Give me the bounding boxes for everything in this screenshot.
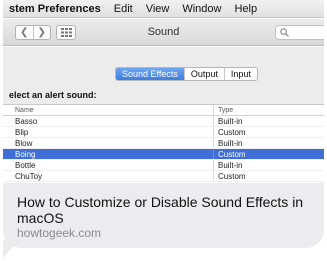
tab-sound-effects: Sound Effects <box>116 68 184 80</box>
sound-name: Blow <box>15 138 33 148</box>
sound-type: Custom <box>213 127 324 137</box>
tab-output: Output <box>183 68 224 80</box>
menu-bar: stem Preferences Edit View Window Help <box>3 0 324 18</box>
sound-name: Basso <box>15 116 38 126</box>
alert-sound-table: Name Type Basso Built-in Blip Custom Blo… <box>3 104 324 183</box>
alert-sound-prompt: elect an alert sound: <box>9 90 97 100</box>
link-preview-card[interactable]: stem Preferences Edit View Window Help ❮… <box>3 0 324 248</box>
menu-window: Window <box>182 2 222 15</box>
sound-type: Built-in <box>213 138 324 148</box>
table-row: Basso Built-in <box>3 116 324 127</box>
table-row: Blow Built-in <box>3 138 324 149</box>
menu-edit: Edit <box>113 2 133 15</box>
sound-type: Custom <box>213 149 324 159</box>
table-row: Bottle Built-in <box>3 160 324 171</box>
tab-bar: Sound Effects Output Input <box>115 67 258 81</box>
sound-name: Blip <box>15 127 29 137</box>
sound-name: Bottle <box>15 160 36 170</box>
sound-type: Custom <box>213 171 324 181</box>
search-field <box>275 25 324 40</box>
menu-view: View <box>145 2 170 15</box>
column-header-name: Name <box>15 106 34 114</box>
sound-pane: Sound Effects Output Input elect an aler… <box>3 47 324 183</box>
table-row-selected: Boing Custom <box>3 149 324 160</box>
link-domain: howtogeek.com <box>17 226 102 240</box>
sound-type: Built-in <box>213 116 324 126</box>
sound-name: Boing <box>15 149 36 159</box>
menu-help: Help <box>234 2 258 15</box>
table-row: Blip Custom <box>3 127 324 138</box>
search-icon <box>280 28 289 37</box>
preview-image: stem Preferences Edit View Window Help ❮… <box>3 0 324 183</box>
sound-type: Built-in <box>213 160 324 170</box>
window-toolbar: ❮ ❯ Sound <box>3 19 324 46</box>
link-title[interactable]: How to Customize or Disable Sound Effect… <box>17 194 317 226</box>
table-header: Name Type <box>3 105 324 116</box>
table-row: ChuToy Custom <box>3 171 324 182</box>
tab-input: Input <box>223 68 257 80</box>
sound-name: ChuToy <box>15 171 43 181</box>
menu-app-name: stem Preferences <box>9 2 101 15</box>
message-bubble-tail <box>3 240 19 258</box>
column-header-type: Type <box>213 105 324 115</box>
